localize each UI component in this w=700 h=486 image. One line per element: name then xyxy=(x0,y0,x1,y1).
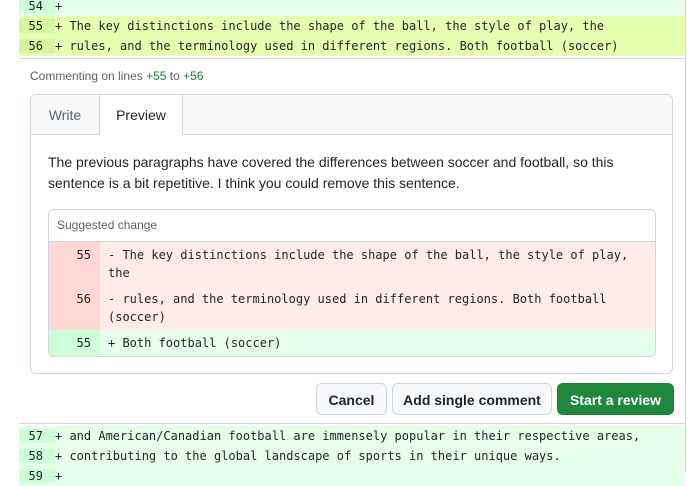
tab-preview[interactable]: Preview xyxy=(99,95,183,135)
suggestion-row-deleted: 56 - rules, and the terminology used in … xyxy=(49,286,655,330)
line-code: + and American/Canadian football are imm… xyxy=(55,429,641,443)
line-number: 57 xyxy=(19,429,55,443)
line-code: + The key distinctions include the shape… xyxy=(55,19,605,33)
editor-tabbar: Write Preview xyxy=(31,95,672,135)
diff-line[interactable]: 54 + xyxy=(19,0,685,16)
line-code: + contributing to the global landscape o… xyxy=(55,449,561,463)
suggestion-row-deleted: 55 - The key distinctions include the sh… xyxy=(49,242,655,286)
commenting-label: Commenting on lines xyxy=(30,69,143,83)
line-code: - The key distinctions include the shape… xyxy=(108,248,636,280)
line-from: +55 xyxy=(146,69,167,83)
line-number: 55 xyxy=(19,19,55,33)
suggestion-row-added: 55 + Both football (soccer) xyxy=(49,330,655,356)
line-number: 58 xyxy=(19,449,55,463)
diff-line-selected[interactable]: 55 + The key distinctions include the sh… xyxy=(19,16,685,36)
diff-right-border xyxy=(685,0,686,472)
start-review-button[interactable]: Start a review xyxy=(557,383,674,415)
line-code: + xyxy=(55,469,63,483)
suggested-change-block: Suggested change 55 - The key distinctio… xyxy=(48,209,656,357)
line-to: +56 xyxy=(183,69,204,83)
line-code: + Both football (soccer) xyxy=(108,336,282,350)
tab-write[interactable]: Write xyxy=(31,95,99,134)
diff-line[interactable]: 58 + contributing to the global landscap… xyxy=(19,446,685,466)
diff-line[interactable]: 57 + and American/Canadian football are … xyxy=(19,426,685,446)
suggested-change-header: Suggested change xyxy=(49,210,655,242)
line-number: 55 xyxy=(49,242,100,286)
cancel-button[interactable]: Cancel xyxy=(316,383,387,415)
line-number: 56 xyxy=(49,286,100,330)
to-word: to xyxy=(169,69,180,83)
line-code: + xyxy=(55,0,63,13)
line-number: 59 xyxy=(19,469,55,483)
line-number: 56 xyxy=(19,39,55,53)
preview-text: The previous paragraphs have covered the… xyxy=(48,154,614,191)
diff-line[interactable]: 59 + xyxy=(19,466,685,486)
line-code: + rules, and the terminology used in dif… xyxy=(55,39,619,53)
left-gutter xyxy=(0,0,19,472)
comment-editor: Write Preview The previous paragraphs ha… xyxy=(30,94,673,374)
diff-line-selected[interactable]: 56 + rules, and the terminology used in … xyxy=(19,36,685,56)
line-number: 54 xyxy=(19,0,55,13)
line-code: - rules, and the terminology used in dif… xyxy=(108,292,614,324)
add-single-comment-button[interactable]: Add single comment xyxy=(392,383,552,415)
commenting-on-lines: Commenting on lines +55 to +56 xyxy=(30,69,204,83)
line-number: 55 xyxy=(49,330,100,356)
